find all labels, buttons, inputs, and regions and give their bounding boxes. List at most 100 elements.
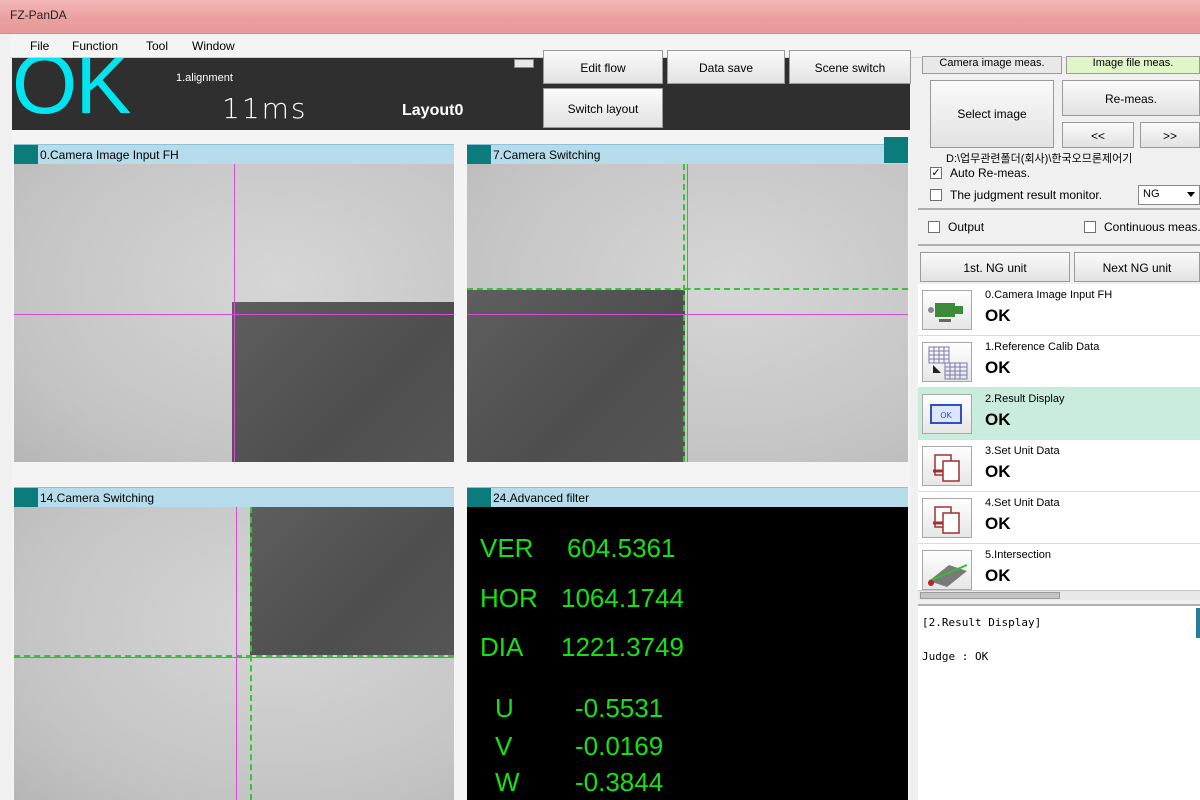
measure-key: V	[495, 731, 513, 761]
status-area: OK 1.alignment 11ms Layout0	[12, 58, 538, 130]
measure-value: -0.5531	[575, 693, 664, 723]
edit-flow-button[interactable]: Edit flow	[543, 50, 663, 84]
tab-camera-image-meas[interactable]: Camera image meas.	[922, 56, 1062, 74]
flow-item-name: 5.Intersection	[985, 549, 1052, 561]
calibration-grid-icon	[922, 342, 972, 382]
processing-time: 11ms	[222, 92, 308, 125]
camera-image[interactable]	[14, 507, 454, 800]
tab-label: Image file meas.	[1092, 57, 1174, 69]
image-panel-0[interactable]: 0.Camera Image Input FH	[14, 144, 454, 462]
crosshair-horizontal	[14, 657, 454, 658]
next-image-button[interactable]: >>	[1140, 122, 1200, 148]
workpiece-region	[250, 507, 454, 655]
panel-title: 14.Camera Switching	[40, 491, 155, 505]
image-panel-24[interactable]: 24.Advanced filter VER 604.5361 HOR 1064…	[467, 487, 908, 800]
chevron-down-icon	[1187, 192, 1195, 197]
flow-list-scrollbar[interactable]	[918, 590, 1200, 600]
scene-switch-button[interactable]: Scene switch	[789, 50, 911, 84]
next-ng-unit-button[interactable]: Next NG unit	[1074, 252, 1200, 282]
camera-image[interactable]	[467, 164, 908, 462]
menu-window[interactable]: Window	[192, 39, 235, 53]
judgment-select-value: NG	[1143, 188, 1160, 200]
remeas-button[interactable]: Re-meas.	[1062, 80, 1200, 116]
menu-function[interactable]: Function	[72, 39, 118, 53]
panel-marker	[467, 488, 491, 507]
crosshair-horizontal	[14, 314, 454, 315]
crosshair-vertical	[236, 507, 237, 800]
workpiece-region	[232, 302, 454, 462]
menu-file[interactable]: File	[30, 39, 49, 53]
crosshair-horizontal	[467, 314, 908, 315]
flow-item-result: OK	[985, 462, 1011, 481]
minimize-status-button[interactable]	[514, 59, 534, 68]
output-label: Output	[948, 220, 985, 234]
flow-item-result: OK	[985, 566, 1011, 585]
data-save-button[interactable]: Data save	[667, 50, 785, 84]
flow-item[interactable]: 4.Set Unit Data OK	[918, 492, 1200, 544]
divider	[918, 244, 1200, 246]
flow-item[interactable]: 3.Set Unit Data OK	[918, 440, 1200, 492]
measure-key: VER	[480, 533, 534, 563]
flow-item-result: OK	[985, 514, 1011, 533]
flow-item[interactable]: 1.Reference Calib Data OK	[918, 336, 1200, 388]
image-panel-7[interactable]: 7.Camera Switching	[467, 137, 908, 462]
measure-value: 1221.3749	[561, 632, 684, 662]
next-label: >>	[1162, 129, 1177, 143]
flow-list: 0.Camera Image Input FH OK 1.Reference C…	[918, 284, 1200, 600]
overall-judgement: OK	[12, 58, 131, 130]
output-checkbox[interactable]	[928, 221, 940, 233]
scrollbar-thumb[interactable]	[920, 592, 1060, 599]
panel-title: 24.Advanced filter	[493, 491, 590, 505]
workpiece-region	[467, 290, 685, 462]
measure-value: 604.5361	[567, 533, 676, 563]
switch-layout-label: Switch layout	[567, 102, 639, 116]
flow-item-name: 4.Set Unit Data	[985, 497, 1060, 509]
intersection-icon	[922, 550, 972, 590]
control-panel: Camera image meas. Image file meas. Sele…	[918, 56, 1200, 800]
detail-scroll-indicator[interactable]	[1196, 608, 1200, 638]
data-save-label: Data save	[698, 61, 754, 75]
auto-remeas-checkbox[interactable]: ✓	[930, 167, 942, 179]
measure-key: HOR	[480, 583, 538, 613]
panel-marker	[467, 145, 491, 164]
menu-tool[interactable]: Tool	[146, 39, 168, 53]
auto-remeas-label: Auto Re-meas.	[950, 166, 1031, 180]
flow-item-selected[interactable]: OK 2.Result Display OK	[918, 388, 1200, 440]
continuous-meas-checkbox[interactable]	[1084, 221, 1096, 233]
judgment-select[interactable]: NG	[1138, 185, 1200, 205]
panel-marker-right	[884, 137, 908, 163]
first-ng-unit-button[interactable]: 1st. NG unit	[920, 252, 1070, 282]
divider	[918, 208, 1200, 210]
first-ng-label: 1st. NG unit	[963, 261, 1027, 275]
svg-text:OK: OK	[940, 411, 952, 420]
detail-header: [2.Result Display]	[922, 616, 1042, 629]
scene-switch-label: Scene switch	[814, 61, 886, 75]
set-unit-data-icon	[922, 498, 972, 538]
measurement-display: VER 604.5361 HOR 1064.1744 DIA 1221.3749…	[467, 507, 908, 800]
image-panel-14[interactable]: 14.Camera Switching	[14, 487, 454, 800]
judgment-monitor-checkbox[interactable]	[930, 189, 942, 201]
flow-item[interactable]: 0.Camera Image Input FH OK	[918, 284, 1200, 336]
panel-header: 7.Camera Switching	[467, 137, 908, 164]
edge-line-vertical	[683, 164, 685, 462]
previous-image-button[interactable]: <<	[1062, 122, 1134, 148]
flow-item[interactable]: 5.Intersection OK	[918, 544, 1200, 596]
tab-image-file-meas[interactable]: Image file meas.	[1066, 56, 1200, 74]
flow-item-name: 0.Camera Image Input FH	[985, 289, 1113, 301]
set-unit-data-icon	[922, 446, 972, 486]
judgment-monitor-label: The judgment result monitor.	[950, 188, 1103, 202]
select-image-button[interactable]: Select image	[930, 80, 1054, 148]
previous-label: <<	[1090, 129, 1105, 143]
panel-title: 7.Camera Switching	[493, 148, 601, 162]
measure-key: U	[495, 693, 514, 723]
switch-layout-button[interactable]: Switch layout	[543, 88, 663, 128]
status-step-name: 1.alignment	[176, 72, 233, 84]
crosshair-vertical	[234, 164, 235, 462]
flow-item-name: 2.Result Display	[985, 393, 1065, 405]
flow-item-result: OK	[985, 410, 1011, 429]
flow-item-result: OK	[985, 306, 1011, 325]
window-title: FZ-PanDA	[10, 8, 67, 22]
result-display-icon: OK	[922, 394, 972, 434]
camera-image[interactable]	[14, 164, 454, 462]
image-workspace: 0.Camera Image Input FH 7.Camera Switchi…	[12, 130, 910, 800]
